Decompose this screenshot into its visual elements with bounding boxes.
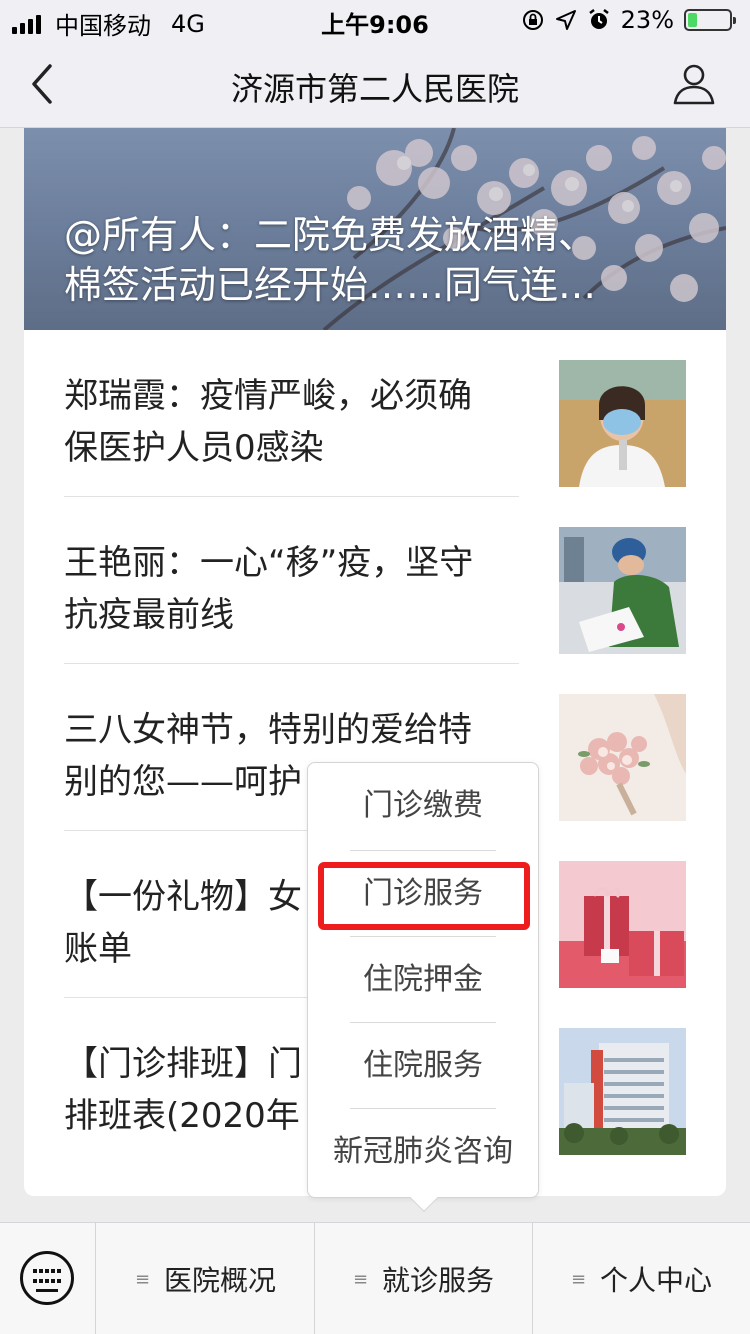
hero-title: @所有人：二院免费发放酒精、 棉签活动已经开始……同气连…	[64, 213, 597, 307]
flower-bouquet-photo	[559, 694, 686, 821]
bottom-tab-bar: ≡ 医院概况 ≡ 就诊服务 ≡ 个人中心	[0, 1222, 750, 1334]
menu-item-outpatient-payment[interactable]: 门诊缴费	[308, 763, 538, 849]
tab-label: 医院概况	[164, 1264, 277, 1297]
alarm-icon	[588, 9, 609, 29]
doctor-with-mask-photo	[559, 360, 686, 487]
menu-item-inpatient-deposit[interactable]: 住院押金	[308, 937, 538, 1023]
battery-icon	[684, 9, 736, 31]
menu-lines-icon: ≡	[570, 1268, 587, 1290]
nav-bar: 济源市第二人民医院	[0, 40, 750, 128]
status-bar: 中国移动 4G 上午9:06 23%	[0, 0, 750, 40]
rotation-lock-icon	[522, 10, 543, 30]
menu-item-covid-consult[interactable]: 新冠肺炎咨询	[308, 1109, 538, 1195]
article-title: 郑瑞霞：疫情严峻，必须确 保医护人员0感染	[64, 376, 472, 468]
tab-hospital-overview[interactable]: ≡ 医院概况	[97, 1223, 315, 1334]
battery-percent: 23%	[620, 6, 674, 34]
service-popup-menu: 门诊缴费 门诊服务 住院押金 住院服务 新冠肺炎咨询	[307, 762, 539, 1213]
page-title: 济源市第二人民医院	[230, 70, 519, 108]
tab-medical-service[interactable]: ≡ 就诊服务	[315, 1223, 533, 1334]
article-title: 王艳丽：一心“移”疫，坚守 抗疫最前线	[64, 543, 474, 635]
menu-lines-icon: ≡	[352, 1268, 369, 1290]
highlight-box	[318, 862, 530, 930]
hospital-building-photo	[559, 1028, 686, 1155]
nurse-signing-form-photo	[559, 527, 686, 654]
gift-boxes-photo	[559, 861, 686, 988]
article-item[interactable]: 郑瑞霞：疫情严峻，必须确 保医护人员0感染	[64, 330, 686, 497]
top-bar: 中国移动 4G 上午9:06 23% 济源市第二人民医院	[0, 0, 750, 128]
hero-banner[interactable]: @所有人：二院免费发放酒精、 棉签活动已经开始……同气连…	[24, 128, 726, 330]
tab-label: 个人中心	[600, 1264, 713, 1297]
tab-personal-center[interactable]: ≡ 个人中心	[533, 1223, 750, 1334]
tab-label: 就诊服务	[382, 1264, 495, 1297]
location-arrow-icon	[555, 10, 576, 30]
menu-item-inpatient-service[interactable]: 住院服务	[308, 1023, 538, 1109]
menu-lines-icon: ≡	[134, 1268, 151, 1290]
keyboard-toggle[interactable]	[0, 1223, 96, 1334]
user-icon[interactable]	[672, 62, 716, 106]
article-item[interactable]: 王艳丽：一心“移”疫，坚守 抗疫最前线	[64, 497, 686, 664]
